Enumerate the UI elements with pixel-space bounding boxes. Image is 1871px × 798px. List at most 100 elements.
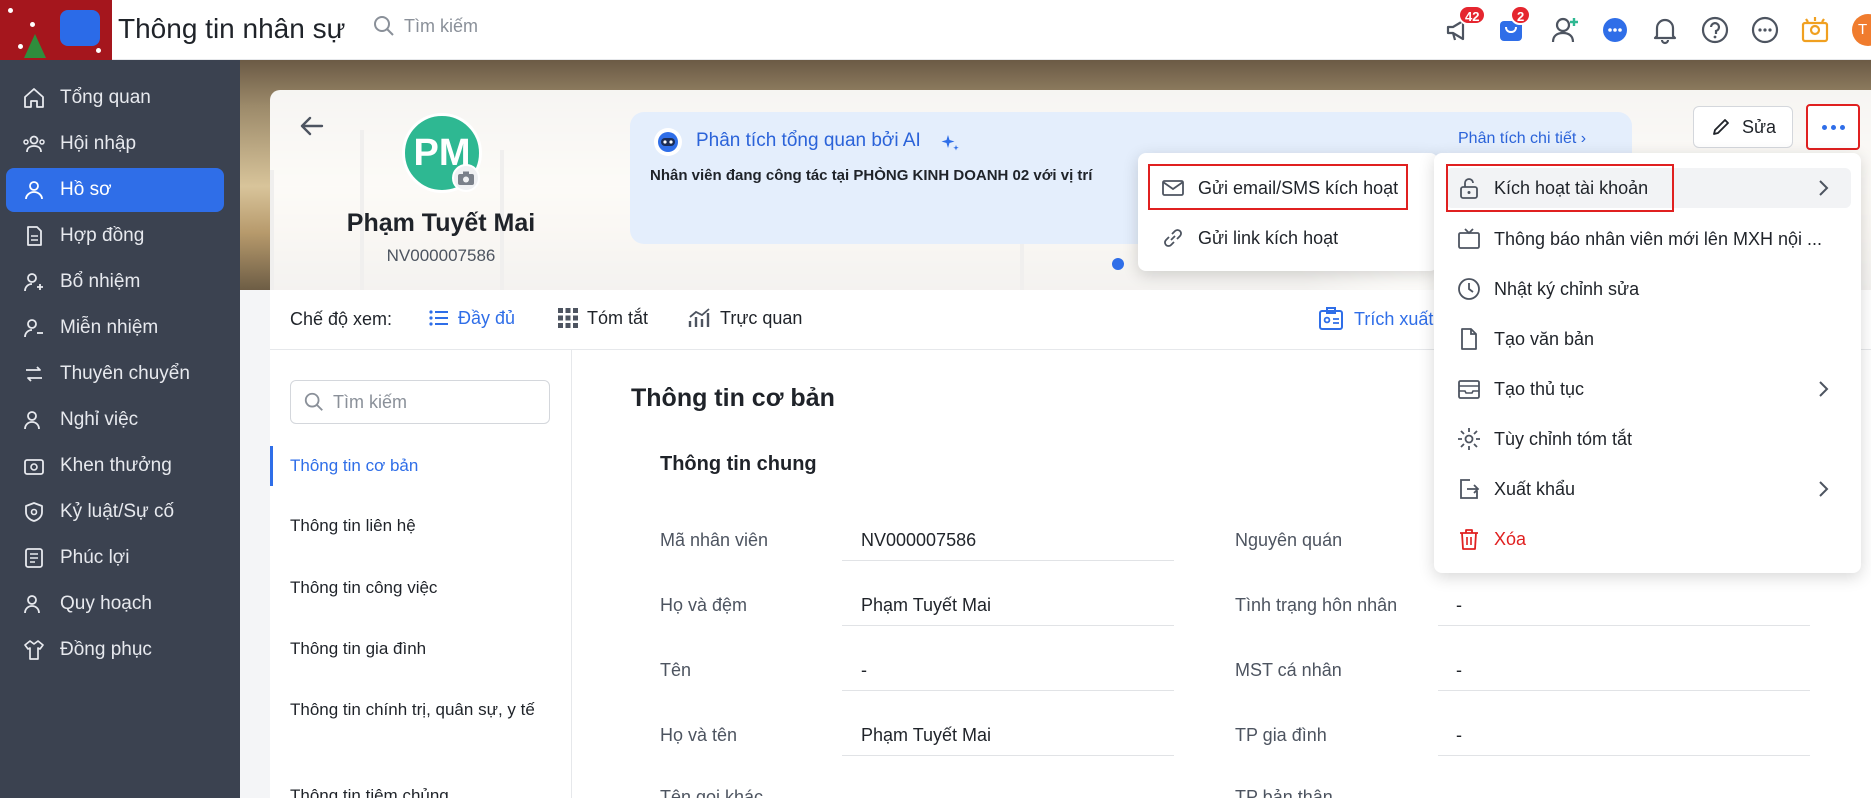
menu-delete[interactable]: Xóa — [1456, 519, 1851, 559]
sidebar-item-overview[interactable]: Tổng quan — [6, 76, 224, 120]
menu-edit-history[interactable]: Nhật ký chỉnh sửa — [1456, 269, 1851, 309]
field-label: TP gia đình — [1235, 725, 1327, 745]
view-mode-full[interactable]: Đầy đủ — [428, 307, 515, 329]
dot — [1830, 124, 1836, 130]
chart-icon — [688, 308, 710, 327]
sidebar-item-reward[interactable]: Khen thưởng — [6, 444, 224, 488]
sidebar-item-transfer[interactable]: Thuyên chuyển — [6, 352, 224, 396]
field-label: Nguyên quán — [1235, 530, 1343, 550]
inbox-icon — [1458, 380, 1480, 399]
extract-button-label: Trích xuất — [1354, 308, 1434, 329]
sidebar-item-label: Đồng phục — [60, 639, 152, 660]
field-label: TP bản thân — [1235, 787, 1333, 798]
sidebar-item-onboarding[interactable]: Hội nhập — [6, 122, 224, 166]
user-icon — [25, 181, 43, 200]
sidebar-item-label: Miễn nhiệm — [60, 317, 159, 338]
menu-edit-history-label: Nhật ký chỉnh sửa — [1494, 278, 1640, 299]
sidebar-item-label: Hợp đồng — [60, 225, 145, 246]
active-section-indicator — [270, 446, 273, 486]
field-divider — [1438, 625, 1810, 626]
user-avatar[interactable]: T — [1852, 14, 1871, 46]
section-nav-item[interactable]: Thông tin công việc — [290, 575, 550, 600]
field-value: Phạm Tuyết Mai — [861, 725, 992, 745]
store-icon[interactable]: 2 — [1496, 5, 1532, 45]
sidebar-item-appointment[interactable]: Bổ nhiệm — [6, 260, 224, 304]
section-nav-item[interactable]: Thông tin gia đình — [290, 636, 550, 661]
dot — [1839, 124, 1845, 130]
carousel-dot[interactable] — [1112, 258, 1124, 270]
dot — [1821, 124, 1827, 130]
send-activation-link[interactable]: Gửi link kích hoạt — [1160, 218, 1410, 258]
sidebar-item-benefits[interactable]: Phúc lợi — [6, 536, 224, 580]
add-user-icon[interactable] — [1550, 15, 1580, 45]
store-badge: 2 — [1510, 5, 1532, 25]
sparkle-icon — [941, 135, 959, 151]
sidebar-item-label: Khen thưởng — [60, 455, 172, 476]
extract-button[interactable]: Trích xuất — [1318, 307, 1433, 331]
section-nav-item[interactable]: Thông tin chính trị, quân sự, y tế — [290, 697, 550, 722]
camera-icon[interactable] — [452, 164, 480, 192]
sidebar-item-label: Hội nhập — [60, 133, 137, 154]
sidebar-item-uniform[interactable]: Đồng phục — [6, 628, 224, 672]
sidebar-item-planning[interactable]: Quy hoạch — [6, 582, 224, 626]
view-mode-summary-label: Tóm tắt — [587, 307, 649, 328]
chat-icon[interactable] — [1600, 15, 1630, 45]
send-email-sms-activation[interactable]: Gửi email/SMS kích hoạt — [1160, 168, 1410, 208]
sidebar-item-label: Tổng quan — [60, 87, 151, 108]
chevron-right-icon — [1819, 481, 1829, 497]
more-apps-icon[interactable] — [1750, 15, 1780, 45]
send-email-sms-label: Gửi email/SMS kích hoạt — [1198, 177, 1399, 198]
link-icon — [1164, 229, 1182, 247]
sidebar-item-discipline[interactable]: Kỷ luật/Sự cố — [6, 490, 224, 534]
menu-announce-new-employee[interactable]: Thông báo nhân viên mới lên MXH nội ... — [1456, 219, 1851, 259]
menu-announce-label: Thông báo nhân viên mới lên MXH nội ... — [1494, 228, 1822, 249]
menu-activate-account[interactable]: Kích hoạt tài khoản — [1446, 168, 1851, 208]
section-nav-item[interactable]: Thông tin liên hệ — [290, 513, 550, 538]
section-search-placeholder: Tìm kiếm — [333, 391, 407, 412]
field-divider — [842, 625, 1174, 626]
sidebar-item-label: Nghỉ việc — [60, 409, 139, 430]
menu-create-document[interactable]: Tạo văn bản — [1456, 319, 1851, 359]
sidebar-item-profile[interactable]: Hồ sơ — [6, 168, 224, 212]
user-plus-icon — [24, 273, 43, 292]
field-divider — [842, 755, 1174, 756]
more-options-button[interactable] — [1806, 104, 1860, 150]
sidebar-item-contract[interactable]: Hợp đồng — [6, 214, 224, 258]
section-search-input[interactable]: Tìm kiếm — [290, 380, 550, 424]
sidebar-item-label: Phúc lợi — [60, 547, 130, 568]
view-mode-summary[interactable]: Tóm tắt — [557, 307, 648, 329]
back-arrow-icon[interactable] — [298, 112, 326, 140]
user-leave-icon — [24, 411, 40, 430]
sidebar-item-label: Bổ nhiệm — [60, 271, 141, 292]
global-search[interactable]: Tìm kiếm — [372, 14, 478, 38]
section-nav-item[interactable]: Thông tin cơ bản — [290, 453, 550, 478]
sidebar-item-label: Quy hoạch — [60, 593, 152, 614]
menu-export[interactable]: Xuất khẩu — [1456, 469, 1851, 509]
sidebar-item-dismissal[interactable]: Miễn nhiệm — [6, 306, 224, 350]
ai-bot-icon — [654, 128, 682, 156]
subsection-title: Thông tin chung — [660, 453, 817, 475]
sidebar-item-label: Thuyên chuyển — [60, 363, 190, 384]
menu-create-procedure[interactable]: Tạo thủ tục — [1456, 369, 1851, 409]
view-mode-visual[interactable]: Trực quan — [688, 307, 802, 329]
section-nav-item[interactable]: Thông tin tiêm chủng — [290, 783, 550, 798]
view-mode-full-label: Đầy đủ — [458, 307, 516, 328]
menu-create-document-label: Tạo văn bản — [1494, 328, 1595, 349]
idea-icon[interactable] — [1800, 15, 1830, 45]
help-icon[interactable] — [1700, 15, 1730, 45]
field-value: - — [1456, 725, 1462, 745]
menu-customize-summary[interactable]: Tùy chỉnh tóm tắt — [1456, 419, 1851, 459]
announcement-icon[interactable]: 42 — [1444, 5, 1487, 45]
ai-summary-text: Nhân viên đang công tác tại PHÒNG KINH D… — [650, 167, 1093, 184]
sidebar-item-resignation[interactable]: Nghỉ việc — [6, 398, 224, 442]
grid-icon — [558, 308, 578, 328]
edit-button[interactable]: Sửa — [1693, 106, 1793, 148]
app-logo[interactable] — [0, 0, 112, 60]
sidebar-item-label: Kỷ luật/Sự cố — [60, 501, 175, 522]
view-mode-label: Chế độ xem: — [290, 309, 393, 329]
bell-icon[interactable] — [1650, 15, 1680, 45]
field-value: NV000007586 — [861, 530, 977, 550]
field-value: - — [1456, 595, 1462, 615]
ai-detail-link[interactable]: Phân tích chi tiết › — [1458, 130, 1586, 148]
menu-create-procedure-label: Tạo thủ tục — [1494, 378, 1585, 399]
